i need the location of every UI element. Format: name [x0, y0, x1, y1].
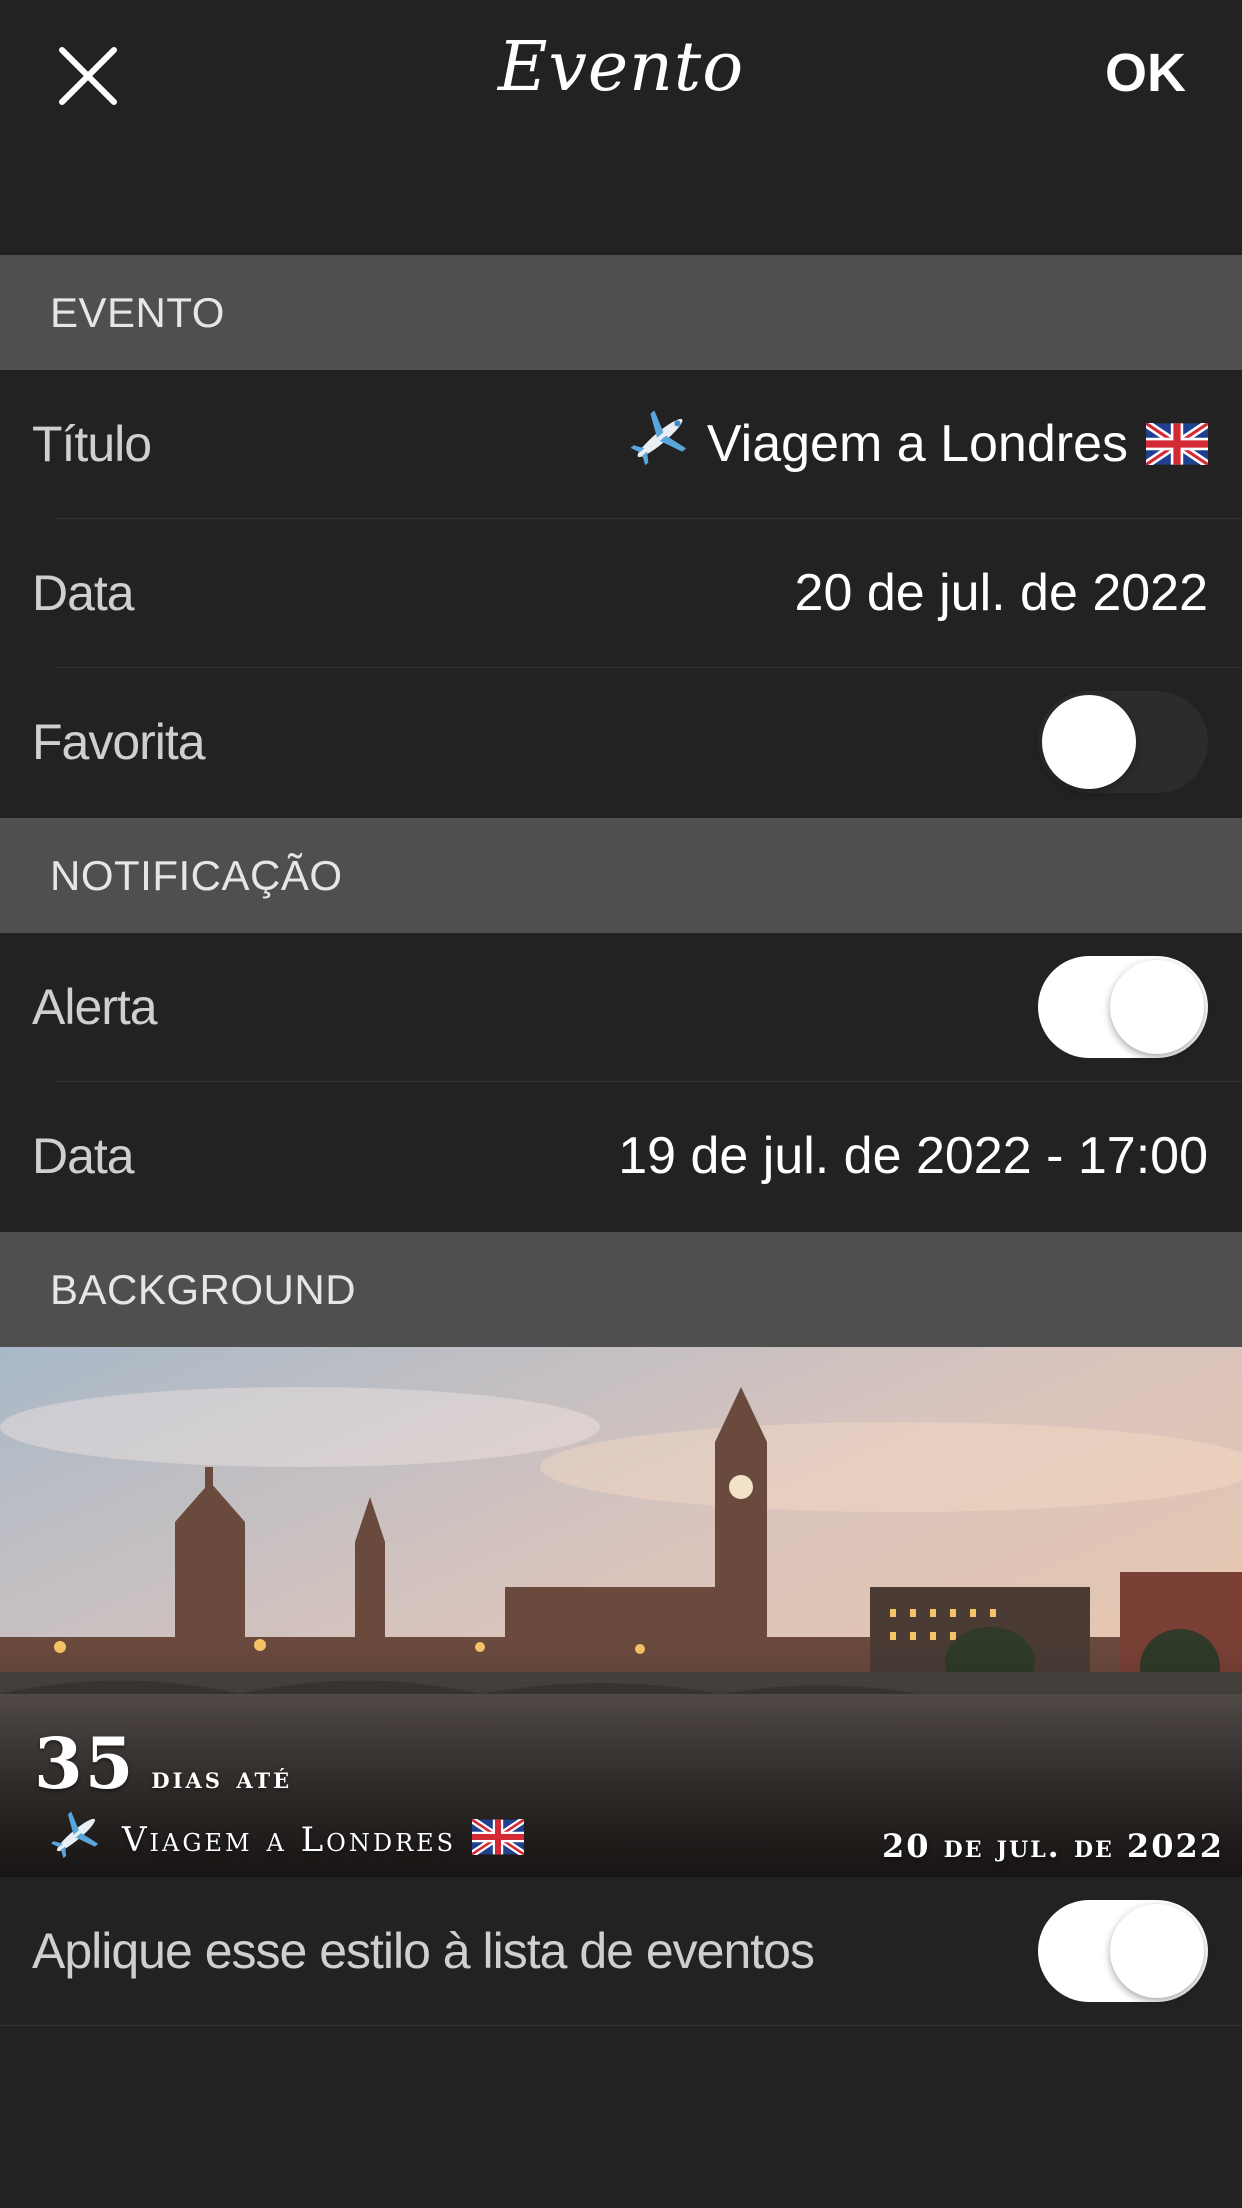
section-header-notificacao: NOTIFICAÇÃO	[0, 818, 1242, 933]
days-count: 35	[34, 1722, 136, 1805]
ok-button[interactable]: OK	[1105, 42, 1186, 104]
uk-flag-icon	[472, 1819, 525, 1855]
row-alert-date[interactable]: Data 19 de jul. de 2022 - 17:00	[0, 1082, 1242, 1230]
toggle-knob	[1042, 695, 1136, 789]
row-favorite: Favorita	[0, 668, 1242, 816]
alert-date-value: 19 de jul. de 2022 - 17:00	[618, 1127, 1208, 1185]
toggle-knob	[1110, 1904, 1204, 1998]
section-header-background: BACKGROUND	[0, 1232, 1242, 1347]
uk-flag-icon	[1146, 423, 1208, 465]
date-value: 20 de jul. de 2022	[794, 564, 1208, 622]
event-editor-screen: Evento OK EVENTO Título Viagem a Londres	[0, 0, 1242, 2208]
section-title: BACKGROUND	[50, 1266, 357, 1313]
apply-style-label: Aplique esse estilo à lista de eventos	[32, 1923, 815, 1979]
preview-title-text: Viagem a Londres	[122, 1820, 457, 1860]
days-text: dias até	[151, 1761, 293, 1796]
divider	[0, 2025, 1242, 2026]
alert-label: Alerta	[32, 979, 158, 1035]
toggle-knob	[1110, 960, 1204, 1054]
date-label: Data	[32, 565, 135, 621]
page-title: Evento	[497, 28, 745, 107]
section-header-evento: EVENTO	[0, 255, 1242, 370]
row-event-date[interactable]: Data 20 de jul. de 2022	[0, 519, 1242, 667]
row-apply-style: Aplique esse estilo à lista de eventos	[0, 1877, 1242, 2025]
section-title: NOTIFICAÇÃO	[50, 852, 343, 899]
title-value: Viagem a Londres	[627, 370, 1208, 518]
days-counter: 35 dias até	[34, 1722, 292, 1805]
background-preview[interactable]: 35 dias até Viagem a Londres 20 de jul. d…	[0, 1347, 1242, 1877]
favorite-label: Favorita	[32, 714, 206, 770]
apply-style-toggle[interactable]	[1038, 1900, 1208, 2002]
section-title: EVENTO	[50, 289, 225, 336]
row-title[interactable]: Título Viagem a Londres	[0, 370, 1242, 518]
row-alert: Alerta	[0, 933, 1242, 1081]
alert-date-label: Data	[32, 1128, 135, 1184]
preview-event-title: Viagem a Londres	[48, 1807, 525, 1863]
favorite-toggle[interactable]	[1038, 691, 1208, 793]
nav-bar: Evento OK	[0, 0, 1242, 255]
title-text: Viagem a Londres	[706, 415, 1128, 473]
airplane-icon	[51, 1811, 99, 1859]
alert-toggle[interactable]	[1038, 956, 1208, 1058]
airplane-icon	[630, 410, 687, 466]
preview-event-date: 20 de jul. de 2022	[881, 1827, 1224, 1865]
title-label: Título	[32, 416, 152, 472]
